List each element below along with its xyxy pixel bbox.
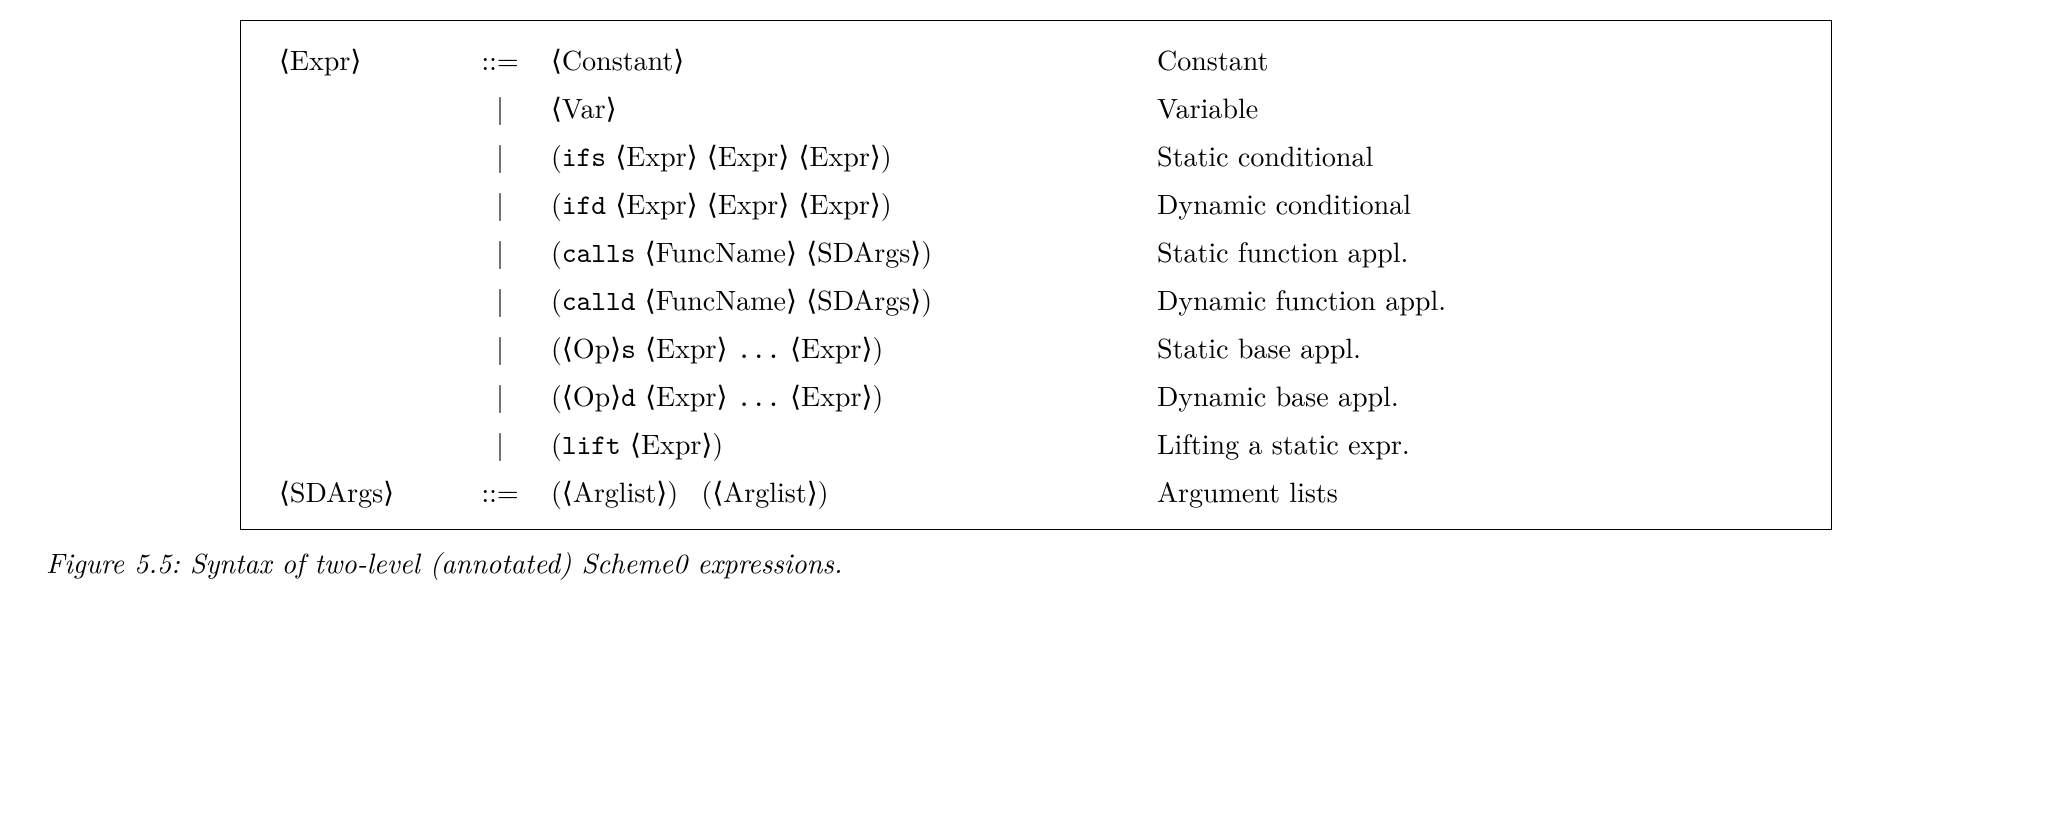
lhs-cell [271,275,457,323]
grammar-row: ⟨Expr⟩::=⟨Constant⟩Constant [271,35,1801,83]
lhs-cell [271,419,457,467]
desc-cell: Constant [1149,35,1801,83]
op-cell: | [457,371,543,419]
grammar-row: ⟨SDArgs⟩::=(⟨Arglist⟩) (⟨Arglist⟩)Argume… [271,467,1801,515]
rhs-cell: (⟨Op⟩d ⟨Expr⟩ ... ⟨Expr⟩) [543,371,1149,419]
op-cell: | [457,227,543,275]
grammar-table: ⟨Expr⟩::=⟨Constant⟩Constant|⟨Var⟩Variabl… [271,35,1801,515]
lhs-cell: ⟨SDArgs⟩ [271,467,457,515]
grammar-row: |(ifs ⟨Expr⟩ ⟨Expr⟩ ⟨Expr⟩)Static condit… [271,131,1801,179]
lhs-cell [271,179,457,227]
lhs-cell [271,371,457,419]
rhs-cell: ⟨Constant⟩ [543,35,1149,83]
desc-cell: Dynamic conditional [1149,179,1801,227]
op-cell: | [457,179,543,227]
desc-cell: Dynamic base appl. [1149,371,1801,419]
grammar-row: |⟨Var⟩Variable [271,83,1801,131]
op-cell: ::= [457,467,543,515]
grammar-row: |(calld ⟨FuncName⟩ ⟨SDArgs⟩)Dynamic func… [271,275,1801,323]
op-cell: | [457,419,543,467]
desc-cell: Dynamic function appl. [1149,275,1801,323]
grammar-row: |(⟨Op⟩s ⟨Expr⟩ ... ⟨Expr⟩)Static base ap… [271,323,1801,371]
op-cell: | [457,83,543,131]
rhs-cell: (⟨Op⟩s ⟨Expr⟩ ... ⟨Expr⟩) [543,323,1149,371]
lhs-cell [271,227,457,275]
rhs-cell: (ifd ⟨Expr⟩ ⟨Expr⟩ ⟨Expr⟩) [543,179,1149,227]
grammar-row: |(calls ⟨FuncName⟩ ⟨SDArgs⟩)Static funct… [271,227,1801,275]
desc-cell: Static function appl. [1149,227,1801,275]
rhs-cell: (calld ⟨FuncName⟩ ⟨SDArgs⟩) [543,275,1149,323]
rhs-cell: (calls ⟨FuncName⟩ ⟨SDArgs⟩) [543,227,1149,275]
op-cell: | [457,323,543,371]
op-cell: ::= [457,35,543,83]
desc-cell: Static conditional [1149,131,1801,179]
grammar-box: ⟨Expr⟩::=⟨Constant⟩Constant|⟨Var⟩Variabl… [240,20,1832,530]
rhs-cell: (ifs ⟨Expr⟩ ⟨Expr⟩ ⟨Expr⟩) [543,131,1149,179]
op-cell: | [457,275,543,323]
desc-cell: Lifting a static expr. [1149,419,1801,467]
desc-cell: Argument lists [1149,467,1801,515]
lhs-cell: ⟨Expr⟩ [271,35,457,83]
rhs-cell: (lift ⟨Expr⟩) [543,419,1149,467]
rhs-cell: (⟨Arglist⟩) (⟨Arglist⟩) [543,467,1149,515]
rhs-cell: ⟨Var⟩ [543,83,1149,131]
grammar-row: |(⟨Op⟩d ⟨Expr⟩ ... ⟨Expr⟩)Dynamic base a… [271,371,1801,419]
grammar-row: |(ifd ⟨Expr⟩ ⟨Expr⟩ ⟨Expr⟩)Dynamic condi… [271,179,1801,227]
desc-cell: Variable [1149,83,1801,131]
figure-caption: Figure 5.5: Syntax of two-level (annotat… [46,542,2052,582]
grammar-row: |(lift ⟨Expr⟩)Lifting a static expr. [271,419,1801,467]
lhs-cell [271,83,457,131]
lhs-cell [271,131,457,179]
lhs-cell [271,323,457,371]
desc-cell: Static base appl. [1149,323,1801,371]
op-cell: | [457,131,543,179]
